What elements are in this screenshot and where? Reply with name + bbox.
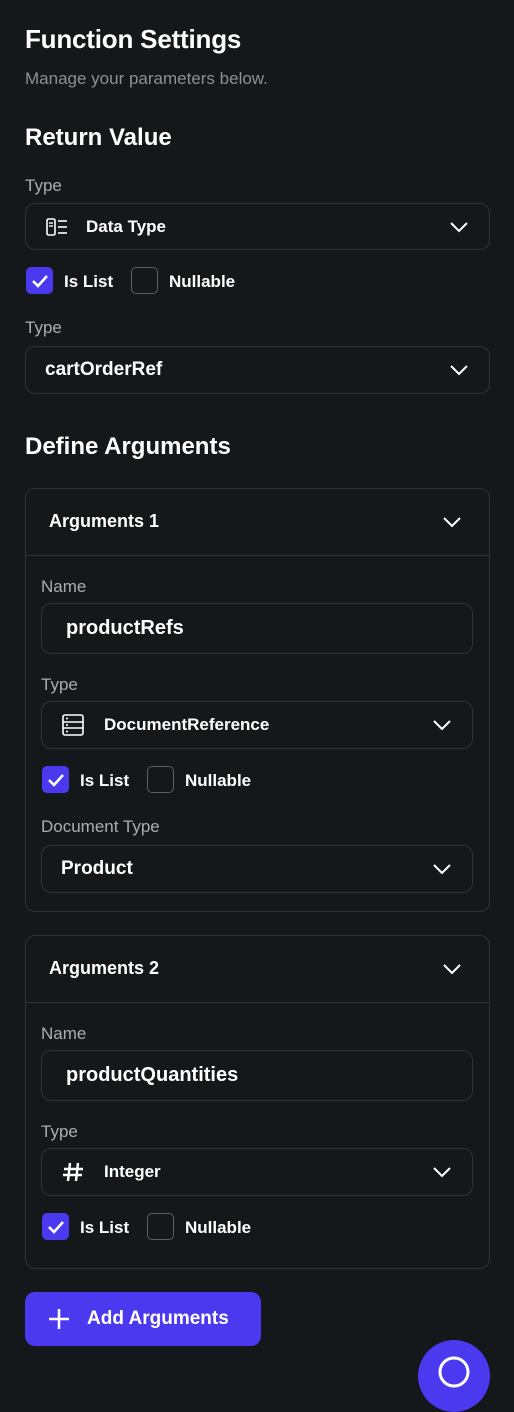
- check-icon: [47, 1220, 64, 1234]
- check-icon: [47, 773, 64, 787]
- argument-type-value: Integer: [104, 1162, 161, 1181]
- chevron-down-icon: [450, 221, 468, 232]
- argument-name-input[interactable]: productRefs: [41, 603, 473, 654]
- add-arguments-button[interactable]: Add Arguments: [25, 1292, 261, 1346]
- argument-name-value: productRefs: [66, 617, 184, 639]
- argument-name-label: Name: [41, 577, 87, 596]
- argument-nullable-label: Nullable: [185, 771, 252, 790]
- page-title: Function Settings: [25, 24, 242, 54]
- chevron-down-icon: [433, 864, 451, 875]
- argument-nullable-checkbox[interactable]: [147, 1213, 174, 1240]
- help-fab-button[interactable]: [418, 1340, 490, 1412]
- return-type-label: Type: [25, 176, 62, 195]
- document-type-select[interactable]: Product: [41, 845, 473, 893]
- argument-name-label: Name: [41, 1024, 87, 1043]
- argument-is-list-label: Is List: [80, 771, 130, 790]
- chevron-down-icon: [433, 1167, 451, 1178]
- argument-is-list-checkbox[interactable]: [42, 766, 69, 793]
- return-is-list-checkbox[interactable]: [26, 267, 53, 294]
- return-is-list-label: Is List: [64, 272, 114, 291]
- chevron-down-icon: [443, 964, 461, 975]
- return-value-heading: Return Value: [25, 124, 172, 151]
- return-nullable-label: Nullable: [169, 272, 236, 291]
- argument-type-value: DocumentReference: [104, 715, 270, 734]
- argument-nullable-checkbox[interactable]: [147, 766, 174, 793]
- argument-type-select[interactable]: Integer: [41, 1148, 473, 1196]
- document-type-value: Product: [61, 858, 133, 879]
- chevron-down-icon: [433, 720, 451, 731]
- argument-name-value: productQuantities: [66, 1064, 239, 1086]
- return-subtype-value: cartOrderRef: [45, 359, 163, 380]
- argument-type-label: Type: [41, 1122, 78, 1141]
- argument-card-header[interactable]: Arguments 2: [26, 936, 489, 1003]
- return-type-select[interactable]: Data Type: [25, 203, 490, 250]
- argument-card-2: Arguments 2 Name productQuantities Type …: [25, 935, 490, 1269]
- add-arguments-label: Add Arguments: [87, 1308, 229, 1329]
- return-subtype-select[interactable]: cartOrderRef: [25, 346, 490, 394]
- data-type-icon: [46, 217, 67, 236]
- return-type-value: Data Type: [86, 216, 166, 236]
- plus-icon: [49, 1309, 69, 1329]
- argument-type-select[interactable]: DocumentReference: [41, 701, 473, 749]
- page-subtitle: Manage your parameters below.: [25, 69, 268, 88]
- hash-icon: [63, 1162, 83, 1182]
- argument-name-input[interactable]: productQuantities: [41, 1050, 473, 1101]
- argument-is-list-label: Is List: [80, 1218, 130, 1237]
- define-arguments-heading: Define Arguments: [25, 433, 231, 460]
- argument-is-list-checkbox[interactable]: [42, 1213, 69, 1240]
- argument-title: Arguments 2: [49, 958, 160, 978]
- argument-nullable-label: Nullable: [185, 1218, 252, 1237]
- chevron-down-icon: [443, 517, 461, 528]
- document-type-label: Document Type: [41, 817, 160, 836]
- chat-icon: [438, 1356, 470, 1388]
- check-icon: [31, 274, 48, 288]
- return-subtype-label: Type: [25, 318, 62, 337]
- chevron-down-icon: [450, 365, 468, 376]
- argument-title: Arguments 1: [49, 511, 160, 531]
- argument-type-label: Type: [41, 675, 78, 694]
- return-nullable-checkbox[interactable]: [131, 267, 158, 294]
- argument-card-header[interactable]: Arguments 1: [26, 489, 489, 556]
- document-reference-icon: [62, 714, 84, 736]
- argument-card-1: Arguments 1 Name productRefs Type Docume…: [25, 488, 490, 912]
